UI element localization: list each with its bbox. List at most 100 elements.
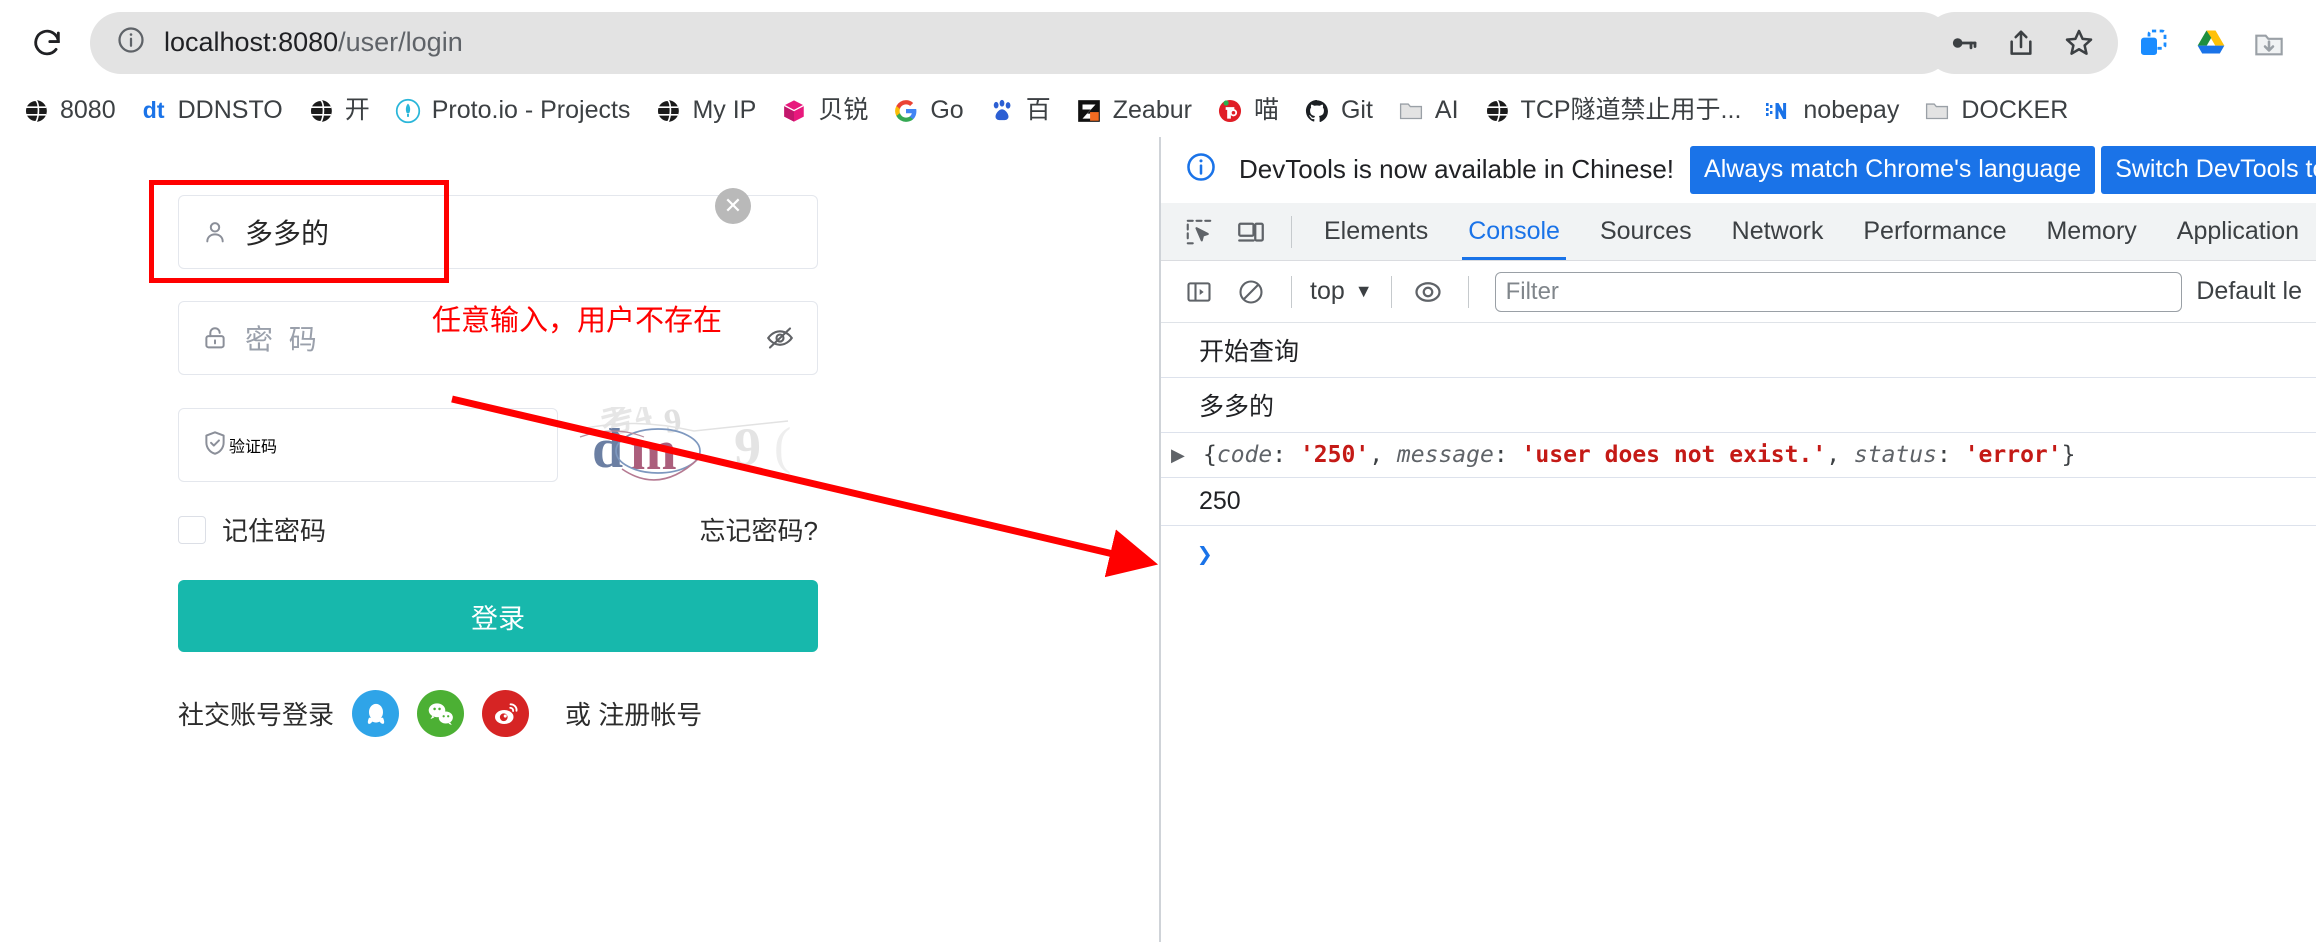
live-expression-eye-icon[interactable]: [1404, 270, 1452, 314]
captcha-row: 验证码 d m 9 ( 考4 9: [178, 407, 818, 483]
password-key-icon[interactable]: [1934, 14, 1992, 72]
console-output: 开始查询 多多的 ▶ {code: '250', message: 'user doe…: [1161, 323, 2316, 942]
wechat-icon[interactable]: [417, 690, 465, 737]
baidu-paw-icon: [988, 97, 1016, 125]
bookmark-item-item-7[interactable]: 百: [976, 90, 1063, 132]
options-row: 记住密码 忘记密码?: [178, 511, 818, 548]
tab-label: Console: [1468, 217, 1560, 245]
share-icon[interactable]: [1992, 14, 2050, 72]
tab-application[interactable]: Application: [2157, 203, 2316, 260]
tab-label: Memory: [2046, 217, 2137, 245]
console-message-row: ▶ {code: '250', message: 'user does not e…: [1161, 433, 2316, 478]
eye-off-icon[interactable]: [765, 323, 795, 353]
console-message-row: 多多的: [1161, 378, 2316, 433]
bookmark-label: Zeabur: [1112, 96, 1192, 124]
extension-copy-icon[interactable]: [2124, 14, 2182, 72]
banner-message: DevTools is now available in Chinese!: [1239, 154, 1675, 184]
bookmark-label: AI: [1434, 96, 1459, 124]
login-form: 多多的 ✕ 密 码 验证码 d m 9 (考4 9 记住密码 忘记密码? 登录…: [149, 180, 818, 737]
annotation-text: 任意输入，用户不存在: [432, 305, 723, 337]
bookmark-label: 开: [344, 96, 370, 124]
register-link[interactable]: 或 注册帐号: [565, 695, 702, 732]
info-icon: [1185, 151, 1217, 188]
console-log-level-select[interactable]: Default le: [2196, 277, 2302, 306]
globe-icon: [22, 97, 50, 125]
username-value: 多多的: [245, 218, 330, 249]
bookmark-item-proto-io-projects[interactable]: Proto.io - Projects: [382, 90, 643, 132]
console-message-text: 250: [1199, 487, 1241, 515]
qq-icon[interactable]: [352, 690, 400, 737]
tab-sources[interactable]: Sources: [1580, 203, 1712, 260]
console-prompt-chevron-icon[interactable]: ❯: [1161, 526, 2316, 570]
github-icon: [1303, 97, 1331, 125]
bookmark-item-item-5[interactable]: 贝锐: [768, 90, 880, 132]
bookmark-item-tcp[interactable]: TCP隧道禁止用于...: [1471, 90, 1754, 132]
tab-performance[interactable]: Performance: [1843, 203, 2026, 260]
console-toolbar-divider-1: [1291, 275, 1292, 308]
execution-context-select[interactable]: top ▼: [1304, 277, 1379, 306]
miao-icon: [1216, 97, 1244, 125]
google-drive-icon[interactable]: [2182, 14, 2240, 72]
bookmark-label: DOCKER: [1961, 96, 2069, 124]
reload-icon[interactable]: [18, 14, 76, 72]
tab-memory[interactable]: Memory: [2026, 203, 2156, 260]
address-bar[interactable]: localhost:8080/user/login: [90, 11, 1952, 74]
nobepay-icon: [1765, 97, 1793, 125]
bookmark-item-ddnsto[interactable]: dt DDNSTO: [128, 90, 295, 132]
tab-label: Network: [1731, 217, 1824, 245]
bookmark-item-nobepay[interactable]: nobepay: [1753, 90, 1911, 132]
browser-chrome: localhost:8080/user/login 8080 dt DDNSTO…: [0, 0, 2316, 137]
bookmark-item-zeabur[interactable]: Zeabur: [1063, 90, 1204, 132]
console-filter-input[interactable]: [1494, 271, 2183, 312]
device-toolbar-icon[interactable]: [1227, 210, 1275, 254]
tab-label: Application: [2176, 217, 2300, 245]
console-toolbar: top ▼ Default le: [1161, 261, 2316, 323]
download-folder-icon[interactable]: [2240, 14, 2298, 72]
bookmark-item-git[interactable]: Git: [1291, 90, 1385, 132]
bookmark-star-icon[interactable]: [2050, 14, 2108, 72]
console-toolbar-divider-2: [1390, 275, 1392, 308]
forgot-password-link[interactable]: 忘记密码?: [700, 511, 818, 548]
bookmark-label: 8080: [60, 96, 116, 124]
bookmark-item-item-9[interactable]: 喵: [1204, 90, 1291, 132]
captcha-image[interactable]: d m 9 ( 考4 9: [574, 407, 809, 483]
weibo-icon[interactable]: [482, 690, 530, 737]
social-login-label: 社交账号登录: [178, 700, 335, 730]
devtools-tab-bar: Elements Console Sources Network Performance…: [1161, 203, 2316, 261]
site-info-icon[interactable]: [116, 25, 146, 60]
remember-password-checkbox[interactable]: 记住密码: [178, 511, 326, 548]
tab-network[interactable]: Network: [1712, 203, 1844, 260]
bookmarks-bar: 8080 dt DDNSTO 开 Proto.io - Projects My IP 贝锐 G…: [0, 85, 2316, 137]
proto-rocket-icon: [394, 97, 422, 125]
globe-icon: [307, 97, 335, 125]
bookmark-label: 百: [1025, 96, 1051, 124]
folder-icon: [1397, 97, 1425, 125]
checkbox-box[interactable]: [178, 515, 206, 544]
remember-password-label: 记住密码: [222, 516, 327, 546]
tab-label: Elements: [1324, 217, 1429, 245]
bookmark-item-docker[interactable]: DOCKER: [1911, 90, 2080, 132]
bookmark-item-ai[interactable]: AI: [1385, 90, 1471, 132]
clear-x-icon[interactable]: ✕: [715, 188, 751, 224]
bookmark-item-item-2[interactable]: 开: [295, 90, 382, 132]
username-field[interactable]: 多多的 ✕: [149, 180, 818, 283]
tab-label: Performance: [1863, 217, 2007, 245]
google-g-icon: [892, 97, 920, 125]
switch-to-chinese-button[interactable]: Switch DevTools to Chine: [2101, 145, 2316, 194]
tab-console[interactable]: Console: [1448, 203, 1580, 260]
console-sidebar-icon[interactable]: [1175, 270, 1223, 314]
captcha-field[interactable]: 验证码: [178, 408, 558, 482]
toolbar-divider: [1291, 215, 1292, 248]
always-match-language-button[interactable]: Always match Chrome's language: [1690, 145, 2096, 194]
inspect-element-icon[interactable]: [1175, 210, 1223, 254]
expand-triangle-icon[interactable]: ▶: [1171, 445, 1197, 466]
bookmark-item-my-ip[interactable]: My IP: [642, 90, 768, 132]
extension-actions: [2124, 14, 2298, 72]
bookmark-label: DDNSTO: [177, 96, 283, 124]
tab-elements[interactable]: Elements: [1304, 203, 1448, 260]
bookmark-item-8080[interactable]: 8080: [10, 90, 128, 132]
bookmark-item-go[interactable]: Go: [880, 90, 975, 132]
console-message-row: 250: [1161, 478, 2316, 526]
login-submit-button[interactable]: 登录: [178, 580, 818, 652]
clear-console-icon[interactable]: [1227, 270, 1275, 314]
